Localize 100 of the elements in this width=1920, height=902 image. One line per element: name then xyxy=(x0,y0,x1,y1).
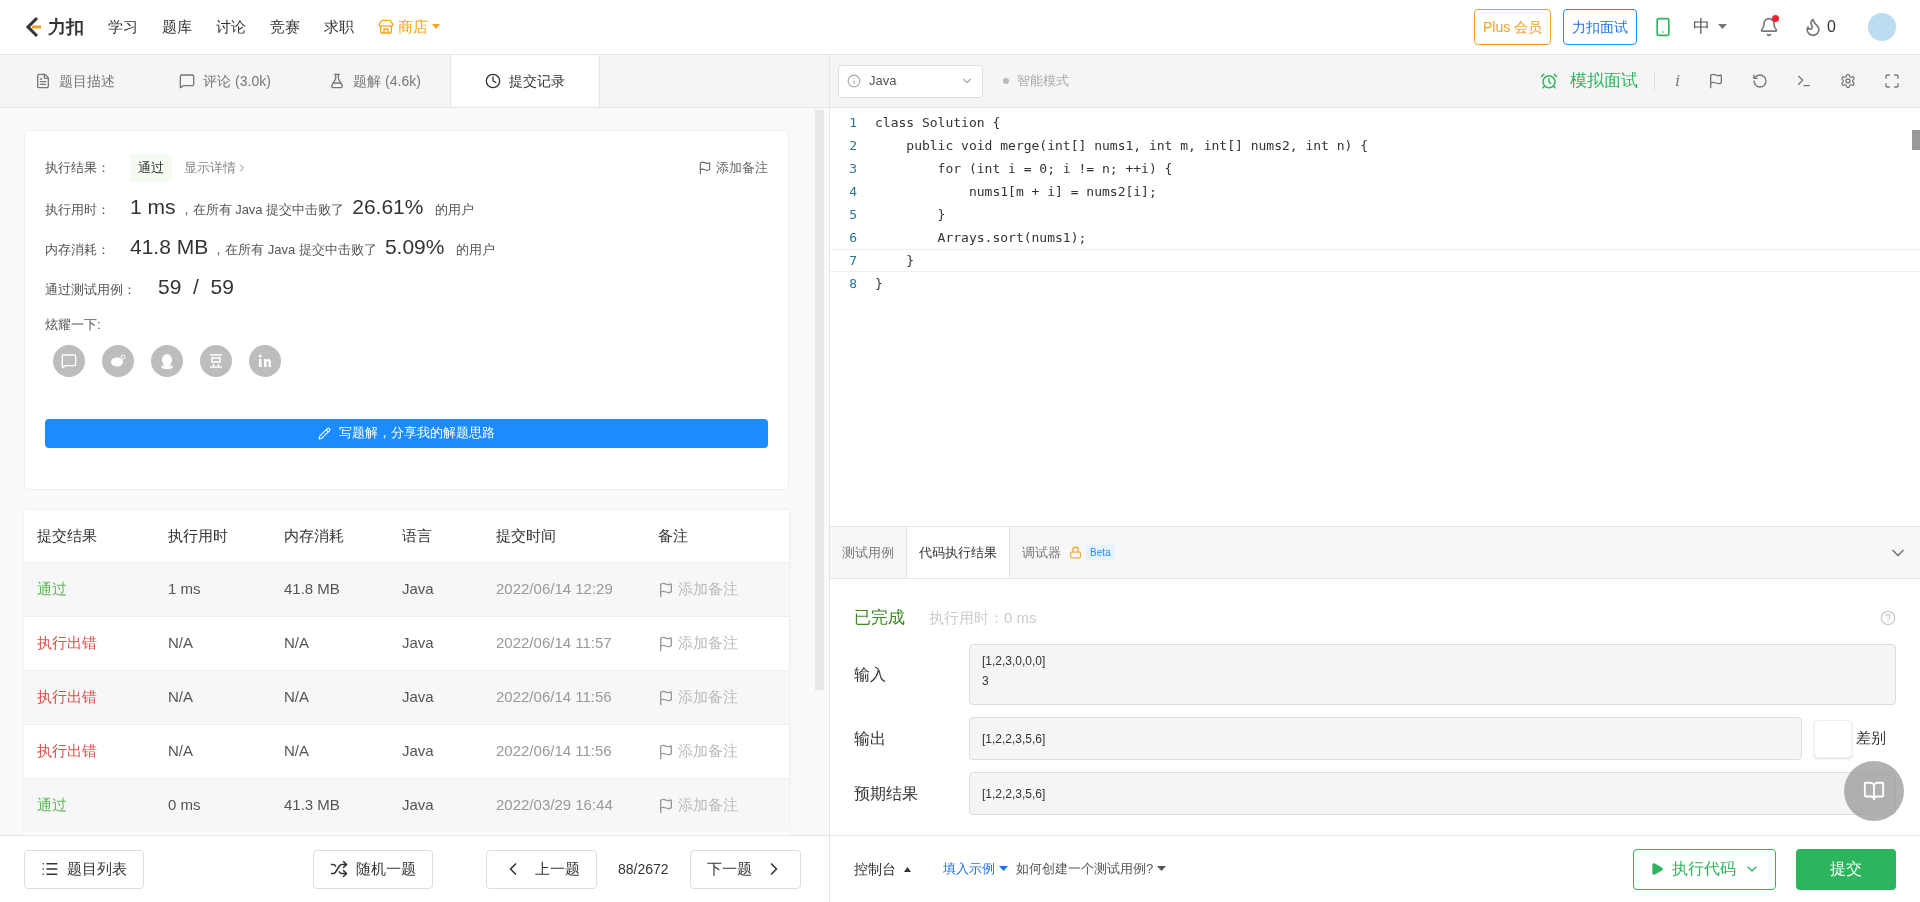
fullscreen-icon[interactable] xyxy=(1884,73,1900,89)
status-cell[interactable]: 执行出错 xyxy=(37,740,168,763)
tab[interactable]: 题目描述 xyxy=(0,55,150,107)
column-header: 提交时间 xyxy=(496,525,557,546)
settings-icon[interactable] xyxy=(1840,73,1856,89)
line-number: 8 xyxy=(848,274,858,293)
stat-label: 内存消耗： xyxy=(45,241,111,259)
tab[interactable]: 提交记录 xyxy=(450,55,600,107)
problem-list-button[interactable]: 题目列表 xyxy=(24,849,144,889)
line-number: 6 xyxy=(848,228,858,247)
info-button[interactable]: i xyxy=(1675,69,1680,93)
table-row[interactable]: 执行出错 N/A N/A Java 2022/06/14 11:56 添加备注 xyxy=(24,724,789,778)
language-select[interactable]: Java xyxy=(838,64,983,98)
interview-button[interactable]: 力扣面试 xyxy=(1563,9,1638,45)
console-tab[interactable]: 代码执行结果 xyxy=(906,527,1010,578)
add-note-link[interactable]: 添加备注 xyxy=(698,158,768,178)
list-icon xyxy=(41,860,59,878)
console-tab[interactable]: 测试用例 xyxy=(830,527,906,578)
code-line: nums1[m + i] = nums2[i]; xyxy=(967,182,1157,201)
table-row[interactable]: 执行出错 N/A N/A Java 2022/06/14 11:57 添加备注 xyxy=(24,616,789,670)
details-link[interactable]: 显示详情 xyxy=(184,158,248,178)
random-problem-button[interactable]: 随机一题 xyxy=(313,849,433,889)
result-status: 通过 xyxy=(130,154,172,182)
column-header: 语言 xyxy=(402,525,433,546)
flag-icon xyxy=(658,743,674,760)
test-case-help-link[interactable]: 如何创建一个测试用例? xyxy=(1016,859,1167,879)
logo-text[interactable]: 力扣 xyxy=(48,13,84,41)
table-cell-text: 2022/06/14 12:29 xyxy=(496,579,614,600)
store-icon xyxy=(378,19,394,35)
stat-percent: 26.61% xyxy=(352,194,424,220)
table-cell-text: 0 ms xyxy=(168,795,202,816)
table-row[interactable]: 执行出错 N/A N/A Java 2022/06/14 11:56 添加备注 xyxy=(24,670,789,724)
clock-icon xyxy=(485,73,501,89)
linkedin-icon[interactable] xyxy=(249,344,281,377)
nav-link[interactable]: 学习 xyxy=(108,15,138,39)
book-icon xyxy=(1863,780,1885,802)
wechat-icon[interactable] xyxy=(53,344,85,377)
flag-icon xyxy=(658,797,674,814)
status-cell[interactable]: 执行出错 xyxy=(37,686,168,709)
flag-icon[interactable] xyxy=(1708,73,1724,89)
input-line: 3 xyxy=(982,673,990,690)
status-cell[interactable]: 执行出错 xyxy=(37,632,168,655)
input-line: [1,2,3,0,0,0] xyxy=(982,653,1047,670)
table-cell-text: Java xyxy=(402,633,435,654)
flask-icon xyxy=(329,73,346,89)
lock-icon xyxy=(1069,546,1082,559)
run-status: 已完成 xyxy=(854,607,905,630)
table-cell-text: N/A xyxy=(284,741,310,762)
caret-icon xyxy=(432,24,440,30)
console-tab[interactable]: 调试器 Beta xyxy=(1010,527,1127,578)
flag-icon xyxy=(658,635,674,652)
table-cell-text: 2022/03/29 16:44 xyxy=(496,795,614,816)
column-header: 内存消耗 xyxy=(284,525,345,546)
qq-icon[interactable] xyxy=(151,344,183,377)
line-number: 1 xyxy=(848,113,858,132)
tab[interactable]: 评论 (3.0k) xyxy=(150,55,300,107)
nav-link[interactable]: 求职 xyxy=(324,15,354,39)
next-problem-button[interactable]: 下一题 xyxy=(689,849,801,889)
problem-counter: 88/2672 xyxy=(618,859,669,879)
table-cell-text: 41.3 MB xyxy=(284,795,341,816)
line-number: 5 xyxy=(848,205,858,224)
code-line: Arrays.sort(nums1); xyxy=(936,228,1087,247)
input-field[interactable]: [1,2,3,0,0,0] 3 xyxy=(969,644,1896,705)
nav-link[interactable]: 竞赛 xyxy=(270,15,300,39)
output-field[interactable]: [1,2,2,3,5,6] xyxy=(969,717,1802,760)
scrollbar[interactable] xyxy=(1912,130,1920,150)
table-cell-text: Java xyxy=(402,741,435,762)
stat-text: ，在所有 Java 提交中击败了 xyxy=(179,201,345,219)
table-cell-text: 1 ms xyxy=(168,579,202,600)
stat-suffix: 的用户 xyxy=(456,241,496,259)
line-number: 3 xyxy=(848,159,858,178)
alarm-clock-icon xyxy=(1540,72,1559,90)
shuffle-icon xyxy=(330,860,348,878)
language-dropdown[interactable]: 中 xyxy=(1693,14,1728,40)
stat-value: 41.8 MB xyxy=(130,234,209,260)
table-cell-text: Java xyxy=(402,579,435,600)
stat-label: 执行用时： xyxy=(45,201,111,219)
write-solution-button[interactable]: 写题解，分享我的解题思路 xyxy=(45,418,768,448)
comment-icon xyxy=(179,73,196,89)
bell-icon[interactable] xyxy=(1759,17,1780,37)
terminal-icon[interactable] xyxy=(1796,73,1812,89)
floating-book-button[interactable] xyxy=(1844,761,1904,821)
avatar[interactable] xyxy=(1868,13,1896,41)
console-toggle[interactable]: 控制台 xyxy=(854,858,911,880)
douban-icon[interactable] xyxy=(200,344,232,377)
previous-problem-button[interactable]: 上一题 xyxy=(486,849,597,889)
code-line: for (int i = 0; i != n; ++i) { xyxy=(936,159,1173,178)
weibo-icon[interactable] xyxy=(102,344,134,377)
beta-badge: Beta xyxy=(1086,545,1115,560)
fill-example-link[interactable]: 填入示例 xyxy=(943,859,1008,879)
reset-icon[interactable] xyxy=(1752,73,1768,89)
diff-label: 差别 xyxy=(1856,728,1887,749)
share-label: 炫耀一下: xyxy=(45,316,102,334)
stat-value: 1 ms xyxy=(130,194,176,220)
caret-up-icon xyxy=(904,866,911,872)
nav-link[interactable]: 讨论 xyxy=(216,15,246,39)
tab[interactable]: 题解 (4.6k) xyxy=(300,55,450,107)
info-icon xyxy=(847,74,861,88)
nav-link[interactable]: 题库 xyxy=(162,15,192,39)
help-icon[interactable] xyxy=(1880,610,1896,626)
